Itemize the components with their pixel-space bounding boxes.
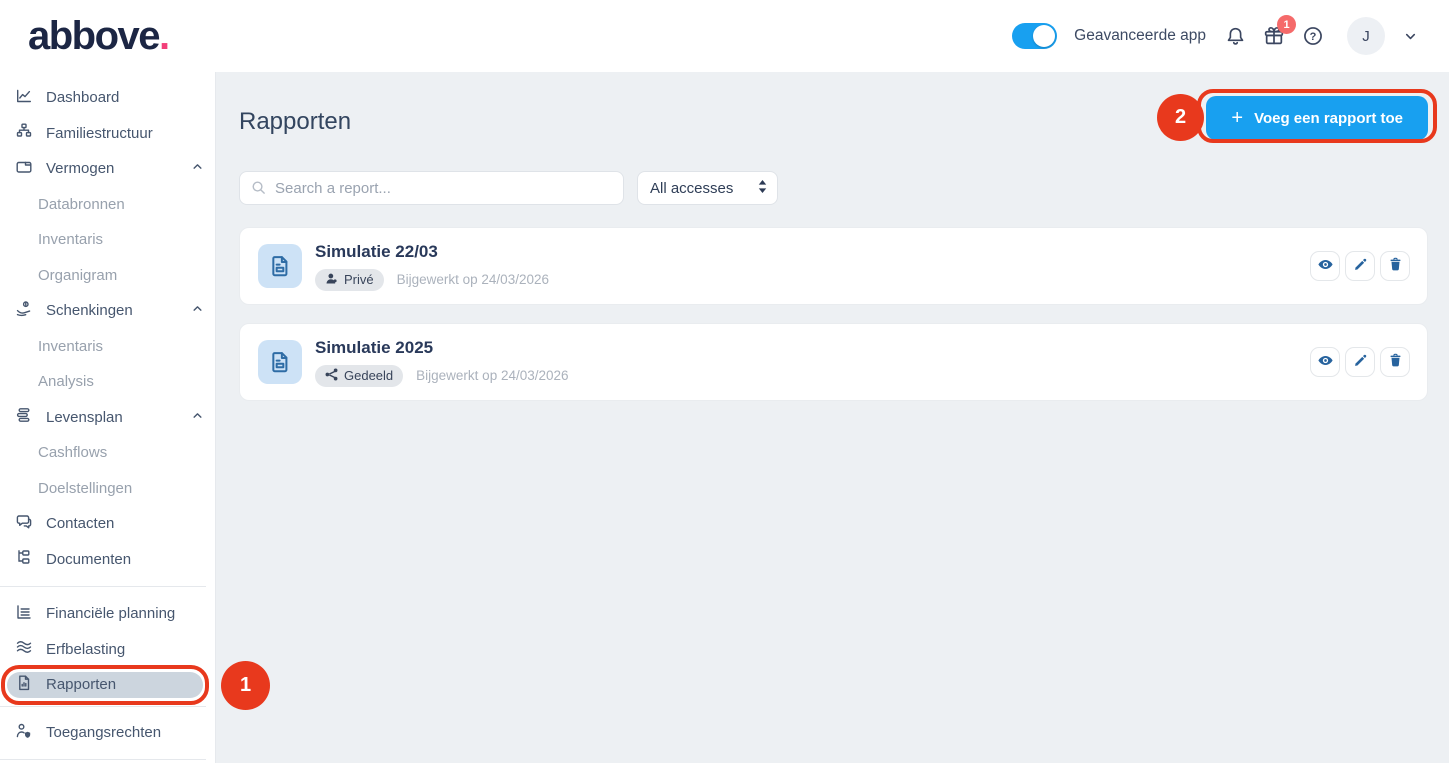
wallet-icon	[15, 158, 33, 180]
sidebar-item-levensplan[interactable]: Levensplan	[0, 400, 215, 436]
sidebar-divider	[0, 586, 206, 587]
report-title: Simulatie 22/03	[315, 241, 438, 261]
share-icon	[325, 368, 338, 384]
chevron-up-icon[interactable]	[190, 159, 205, 178]
sidebar-divider	[0, 706, 206, 707]
sidebar-item-documenten[interactable]: Documenten	[0, 542, 215, 578]
view-report-button[interactable]	[1310, 251, 1340, 281]
sidebar-item-vermogen[interactable]: Vermogen	[0, 151, 215, 187]
family-tree-icon	[15, 122, 33, 144]
report-card: Simulatie 2025 Gedeeld Bijgewerkt op 24/…	[239, 323, 1428, 401]
sidebar-item-rapporten[interactable]: Rapporten	[1, 664, 209, 705]
sidebar-item-label: Vermogen	[46, 160, 115, 178]
sidebar-item-label: Familiestructuur	[46, 124, 153, 142]
sidebar-item-schenkingen[interactable]: Schenkingen	[0, 293, 215, 329]
sidebar-item-financiele-planning[interactable]: Financiële planning	[0, 596, 215, 632]
edit-report-button[interactable]	[1345, 347, 1375, 377]
eye-icon	[1317, 256, 1334, 276]
report-document-icon	[258, 244, 302, 288]
annotation-step-2: 2	[1157, 94, 1204, 141]
gift-notification-badge: 1	[1277, 15, 1296, 34]
access-badge-prive: Privé	[315, 268, 384, 291]
sidebar-item-label: Financiële planning	[46, 605, 176, 623]
user-shield-icon	[15, 722, 33, 744]
search-icon	[250, 179, 267, 201]
sidebar-item-label: Erfbelasting	[46, 640, 126, 658]
sidebar-item-label: Documenten	[46, 550, 132, 568]
sidebar-item-label: Schenkingen	[46, 302, 133, 320]
sidebar-item-label: Dashboard	[46, 89, 120, 107]
sidebar: Dashboard Familiestructuur Vermogen Data…	[0, 72, 216, 763]
sidebar-item-contacten[interactable]: Contacten	[0, 506, 215, 542]
sidebar-item-inventaris-schenkingen[interactable]: Inventaris	[0, 329, 215, 365]
advanced-app-toggle[interactable]	[1012, 23, 1058, 49]
eye-icon	[1317, 352, 1334, 372]
chat-bubbles-icon	[15, 513, 33, 535]
sidebar-item-doelstellingen[interactable]: Doelstellingen	[0, 471, 215, 507]
toggle-knob	[1033, 25, 1056, 47]
sidebar-item-erfbelasting[interactable]: Erfbelasting	[0, 632, 215, 668]
chevron-up-icon[interactable]	[190, 301, 205, 320]
updated-date: Bijgewerkt op 24/03/2026	[416, 368, 569, 383]
pencil-icon	[1353, 257, 1368, 275]
access-filter-select[interactable]: All accesses	[637, 171, 778, 205]
svg-text:?: ?	[1310, 31, 1317, 43]
badge-label: Privé	[344, 272, 374, 287]
add-report-button[interactable]: + Voeg een rapport toe	[1197, 89, 1437, 143]
delete-report-button[interactable]	[1380, 347, 1410, 377]
sidebar-item-analysis[interactable]: Analysis	[0, 364, 215, 400]
life-plan-icon	[15, 406, 33, 428]
donation-icon	[15, 300, 33, 322]
sidebar-divider	[0, 758, 206, 760]
badge-label: Gedeeld	[344, 368, 394, 383]
annotation-step-1: 1	[221, 661, 270, 710]
financial-chart-icon	[15, 603, 33, 625]
sidebar-item-label: Levensplan	[46, 408, 123, 426]
plus-icon: +	[1231, 107, 1244, 129]
main-content: Rapporten + Voeg een rapport toe All acc…	[216, 72, 1449, 763]
dashboard-chart-icon	[15, 87, 33, 109]
access-filter-value: All accesses	[650, 179, 734, 197]
sidebar-item-cashflows[interactable]: Cashflows	[0, 435, 215, 471]
report-document-icon	[15, 674, 33, 696]
sidebar-item-organigram[interactable]: Organigram	[0, 258, 215, 294]
add-report-button-label: Voeg een rapport toe	[1254, 109, 1403, 127]
logo-dot: .	[159, 14, 170, 58]
avatar[interactable]: J	[1347, 17, 1385, 55]
report-document-icon	[258, 340, 302, 384]
delete-report-button[interactable]	[1380, 251, 1410, 281]
updated-date: Bijgewerkt op 24/03/2026	[396, 272, 549, 287]
layers-waves-icon	[15, 638, 33, 660]
trash-icon	[1388, 257, 1403, 275]
sidebar-item-databronnen[interactable]: Databronnen	[0, 187, 215, 223]
app-logo: abbove.	[28, 14, 170, 58]
sidebar-item-dashboard[interactable]: Dashboard	[0, 80, 215, 116]
report-card: Simulatie 22/03 Privé Bijgewerkt op 24/0…	[239, 227, 1428, 305]
select-spinner-icon	[756, 179, 769, 198]
access-badge-gedeeld: Gedeeld	[315, 364, 404, 387]
gift-icon[interactable]: 1	[1263, 15, 1296, 47]
sidebar-item-inventaris-vermogen[interactable]: Inventaris	[0, 222, 215, 258]
top-header: abbove. Geavanceerde app 1 ? J	[0, 0, 1449, 72]
trash-icon	[1388, 353, 1403, 371]
chevron-up-icon[interactable]	[190, 408, 205, 427]
search-report-input[interactable]	[239, 171, 624, 205]
pencil-icon	[1353, 353, 1368, 371]
sidebar-item-familiestructuur[interactable]: Familiestructuur	[0, 116, 215, 152]
document-tree-icon	[15, 548, 33, 570]
sidebar-item-label: Rapporten	[46, 676, 117, 694]
report-title: Simulatie 2025	[315, 337, 434, 357]
sidebar-item-toegangsrechten[interactable]: Toegangsrechten	[0, 715, 215, 751]
view-report-button[interactable]	[1310, 347, 1340, 377]
sidebar-item-label: Contacten	[46, 515, 115, 533]
help-icon[interactable]: ?	[1302, 25, 1324, 47]
person-icon	[325, 272, 338, 288]
notifications-bell-icon[interactable]	[1225, 26, 1246, 47]
chevron-down-icon[interactable]	[1402, 28, 1419, 45]
page-title: Rapporten	[239, 108, 352, 135]
edit-report-button[interactable]	[1345, 251, 1375, 281]
advanced-app-label: Geavanceerde app	[1074, 27, 1206, 44]
sidebar-item-label: Toegangsrechten	[46, 724, 162, 742]
